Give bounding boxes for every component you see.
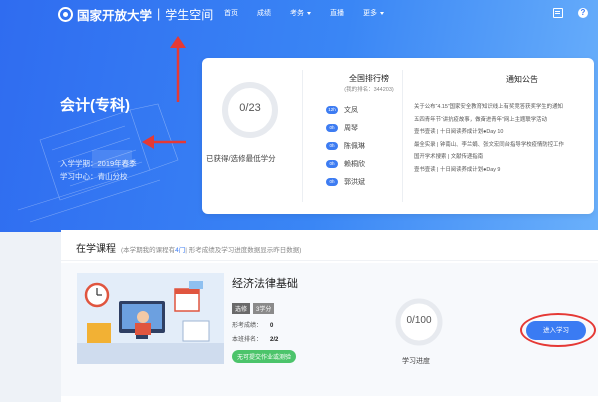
- hours-badge: 0h: [326, 123, 338, 132]
- ranking-subtitle: (我的排名：344203): [344, 87, 394, 93]
- notices-title: 通知公告: [506, 75, 538, 84]
- credits-ring: 0/23: [220, 80, 280, 140]
- credit-tag: 3学分: [253, 303, 275, 314]
- elective-tag: 选修: [232, 303, 251, 314]
- ranking-item: 0h 陈佩琳: [326, 138, 365, 153]
- nav-item-more[interactable]: 更多: [363, 8, 384, 18]
- divider: [302, 70, 303, 202]
- ranking-item: 0h 郭洪斌: [326, 174, 365, 189]
- progress-ring: 0/100: [394, 297, 444, 347]
- ranking-item: 12h 文凤: [326, 102, 365, 117]
- course-tags: 选修 3学分: [232, 303, 277, 314]
- enroll-term: 入学学期：2019年春季: [60, 159, 137, 168]
- notices-list: 关于公布“4.15”国家安全教育知识线上有奖竞答获奖学生的通知 五四青年节“讲抗…: [414, 101, 590, 176]
- progress-caption: 学习进度: [402, 358, 430, 365]
- hours-badge: 0h: [326, 141, 338, 150]
- notice-link[interactable]: 国开学术搜索 | 文献传递指南: [414, 151, 590, 164]
- ranking-list: 12h 文凤 0h 周琴 0h 陈佩琳 0h 赖桐欣 0h 郭洪斌: [326, 102, 365, 192]
- course-thumbnail[interactable]: [77, 273, 224, 364]
- study-center: 学习中心：青山分校: [60, 172, 128, 181]
- chevron-down-icon: [307, 11, 311, 15]
- nav-item-live[interactable]: 直播: [330, 8, 344, 18]
- notice-link[interactable]: 五四青年节“讲抗疫故事，做奋进青年”网上主题联学活动: [414, 114, 590, 127]
- courses-panel: 在学课程 (本学期我的课程有4门| 形考成绩及学习进度数据显示昨日数据) 经济法…: [61, 230, 598, 402]
- help-icon[interactable]: ?: [578, 8, 588, 18]
- logo-icon: [58, 6, 73, 22]
- notice-link[interactable]: 壹书壹读 | 十日阅读养成计划●Day 10: [414, 126, 590, 139]
- course-name[interactable]: 经济法律基础: [232, 275, 298, 291]
- logo-separator: |: [157, 7, 161, 21]
- logo-main: 国家开放大学: [77, 8, 153, 23]
- annotation-arrow-left-icon: [142, 135, 186, 149]
- course-score: 形考成绩： 0: [232, 323, 274, 329]
- nav-item-scores[interactable]: 成绩: [257, 8, 271, 18]
- credits-value: 0/23: [239, 102, 261, 114]
- nav-item-home[interactable]: 首页: [224, 8, 238, 18]
- courses-header: 在学课程 (本学期我的课程有4门| 形考成绩及学习进度数据显示昨日数据): [76, 240, 301, 255]
- course-card: 经济法律基础 选修 3学分 形考成绩： 0 本班排名： 2/2 无可提交作业或测验 …: [61, 263, 598, 396]
- courses-note: (本学期我的课程有4门| 形考成绩及学习进度数据显示昨日数据): [121, 247, 302, 254]
- courses-title: 在学课程: [76, 244, 116, 255]
- logo-sub: 学生空间: [165, 7, 214, 22]
- ranking-item: 0h 周琴: [326, 120, 365, 135]
- ranking-title: 全国排行榜: [349, 74, 389, 83]
- course-class-rank: 本班排名： 2/2: [232, 337, 279, 343]
- hours-badge: 0h: [326, 177, 338, 186]
- overview-card: 0/23 已获得/选修最低学分 全国排行榜 (我的排名：344203) 12h 文…: [202, 58, 594, 214]
- annotation-arrow-up-icon: [170, 36, 186, 102]
- document-icon[interactable]: [553, 8, 563, 18]
- hours-badge: 12h: [326, 105, 338, 114]
- annotation-circle: [520, 313, 596, 347]
- main-nav: 首页 成绩 考务 直播 更多: [224, 8, 403, 18]
- notice-link[interactable]: 关于公布“4.15”国家安全教育知识线上有奖竞答获奖学生的通知: [414, 101, 590, 114]
- ranking-item: 0h 赖桐欣: [326, 156, 365, 171]
- major-title: 会计(专科): [60, 97, 130, 114]
- notice-link[interactable]: 最全实录 | 钟南山、李兰娟、张文宏同台指导学校疫情防控工作: [414, 139, 590, 152]
- notice-link[interactable]: 壹书壹读 | 十日阅读养成计划●Day 9: [414, 164, 590, 177]
- chevron-down-icon: [380, 11, 384, 15]
- site-logo[interactable]: 国家开放大学 | 学生空间: [58, 5, 213, 23]
- nav-item-exams[interactable]: 考务: [290, 8, 311, 18]
- divider: [61, 260, 598, 261]
- progress-value: 0/100: [406, 315, 432, 326]
- hours-badge: 0h: [326, 159, 338, 168]
- status-badge: 无可提交作业或测验: [232, 350, 297, 363]
- credits-caption: 已获得/选修最低学分: [206, 154, 276, 163]
- top-bar: 国家开放大学 | 学生空间 首页 成绩 考务 直播 更多 ?: [0, 0, 598, 28]
